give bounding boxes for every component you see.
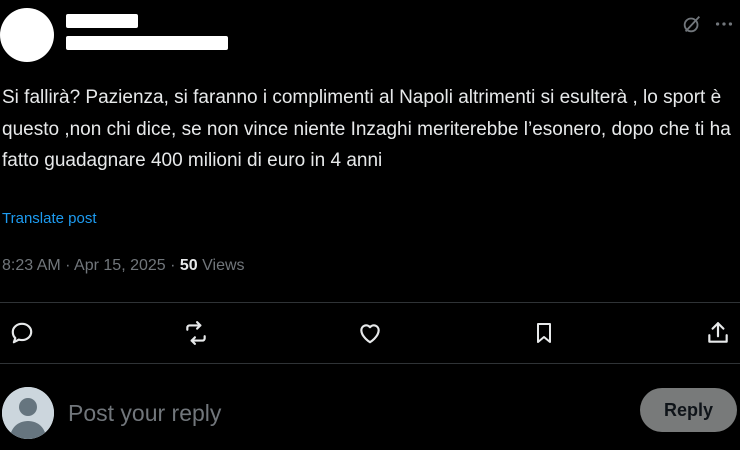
author-name-redacted[interactable]	[66, 14, 138, 28]
post-meta: 8:23 AM · Apr 15, 2025 · 50 Views	[2, 257, 245, 275]
author-avatar[interactable]	[0, 8, 54, 62]
post-header	[0, 0, 740, 70]
author-handle-redacted[interactable]	[66, 36, 228, 50]
meta-separator: ·	[65, 257, 71, 274]
bookmark-icon[interactable]	[530, 319, 558, 347]
meta-separator: ·	[170, 257, 176, 274]
user-avatar[interactable]	[2, 387, 54, 439]
repost-icon[interactable]	[182, 319, 210, 347]
like-icon[interactable]	[356, 319, 384, 347]
reply-icon[interactable]	[8, 319, 36, 347]
views-count: 50	[179, 257, 198, 274]
more-icon[interactable]	[712, 12, 736, 36]
divider	[0, 363, 740, 364]
post-time[interactable]: 8:23 AM	[2, 257, 61, 274]
translate-post-link[interactable]: Translate post	[2, 210, 97, 227]
share-icon[interactable]	[704, 319, 732, 347]
reply-input[interactable]	[66, 394, 590, 432]
views-label: Views	[202, 257, 245, 274]
post-date[interactable]: Apr 15, 2025	[74, 257, 166, 274]
post-text: Si fallirà? Pazienza, si faranno i compl…	[2, 87, 731, 171]
action-bar	[0, 303, 740, 363]
reply-button[interactable]: Reply	[640, 388, 737, 432]
grok-icon[interactable]	[680, 12, 704, 36]
